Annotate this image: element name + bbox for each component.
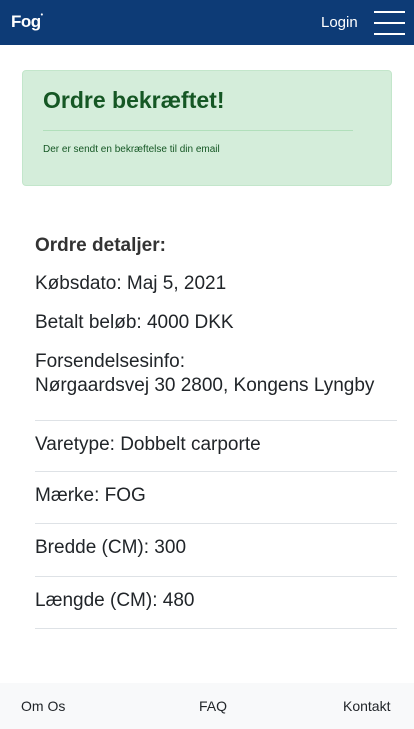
logo-text: Fog [11,12,41,31]
footer: Om Os FAQ Kontakt [0,683,414,729]
list-item-length: Længde (CM): 480 [35,576,397,628]
logo-mark: • [40,12,43,19]
list-item-text: Mærke: FOG [35,485,146,506]
list-item-brand: Mærke: FOG [35,471,397,523]
purchase-date: Købsdato: Maj 5, 2021 [35,273,227,294]
alert-heading: Ordre bekræftet! [43,87,225,113]
alert-message: Der er sendt en bekræftelse til din emai… [43,144,220,155]
list-bottom-divider [35,628,397,629]
shipping-info-label: Forsendelsesinfo: [35,351,185,372]
list-item-text: Længde (CM): 480 [35,590,195,611]
hamburger-menu-icon[interactable] [374,10,405,36]
shipping-address: Nørgaardsvej 30 2800, Kongens Lyngby [35,375,375,396]
list-item-text: Bredde (CM): 300 [35,537,187,558]
list-item-product-type: Varetype: Dobbelt carporte [35,420,397,472]
footer-link-contact[interactable]: Kontakt [343,698,390,714]
order-details-title: Ordre detaljer: [35,235,166,256]
footer-link-about[interactable]: Om Os [21,698,65,714]
alert-divider [43,130,353,131]
hamburger-line [374,11,405,13]
amount-paid: Betalt beløb: 4000 DKK [35,312,234,333]
footer-link-faq[interactable]: FAQ [199,698,227,714]
login-link[interactable]: Login [321,14,358,31]
hamburger-line [374,33,405,35]
fog-logo[interactable]: Fog• [11,12,43,32]
hamburger-line [374,22,405,24]
order-confirmed-alert: Ordre bekræftet! Der er sendt en bekræft… [22,70,392,186]
list-item-text: Varetype: Dobbelt carporte [35,434,261,455]
list-item-width: Bredde (CM): 300 [35,523,397,575]
top-navbar: Fog• Login [0,0,414,45]
